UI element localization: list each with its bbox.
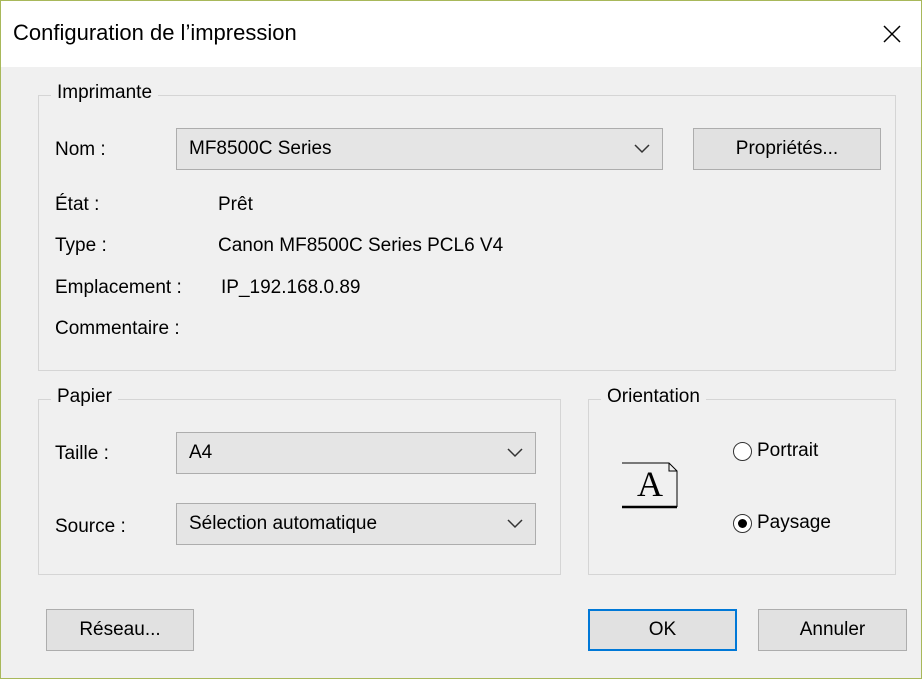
chevron-down-icon bbox=[634, 144, 650, 154]
chevron-down-icon bbox=[507, 448, 523, 458]
cancel-button[interactable]: Annuler bbox=[758, 609, 907, 651]
paper-size-dropdown[interactable]: A4 bbox=[176, 432, 536, 474]
properties-button[interactable]: Propriétés... bbox=[693, 128, 881, 170]
orientation-portrait-radio[interactable]: Portrait bbox=[733, 440, 818, 462]
paper-source-dropdown[interactable]: Sélection automatique bbox=[176, 503, 536, 545]
title-bar: Configuration de l’impression bbox=[1, 1, 921, 67]
print-setup-dialog: Configuration de l’impression Imprimante… bbox=[0, 0, 922, 679]
orientation-landscape-label: Paysage bbox=[757, 512, 831, 533]
printer-group: Imprimante Nom : MF8500C Series Propriét… bbox=[38, 82, 896, 371]
printer-location-value: IP_192.168.0.89 bbox=[221, 277, 361, 298]
paper-group-label: Papier bbox=[51, 386, 118, 408]
network-button[interactable]: Réseau... bbox=[46, 609, 194, 651]
close-button[interactable] bbox=[863, 1, 921, 67]
dialog-title: Configuration de l’impression bbox=[13, 20, 297, 45]
paper-group: Papier Taille : A4 Source : Sélection au… bbox=[38, 386, 561, 575]
printer-status-label: État : bbox=[55, 194, 100, 215]
page-preview-letter: A bbox=[637, 464, 663, 504]
paper-size-value: A4 bbox=[189, 442, 213, 463]
orientation-group: Orientation A Portrait Paysage bbox=[588, 386, 896, 575]
printer-type-label: Type : bbox=[55, 235, 107, 256]
paper-size-label: Taille : bbox=[55, 443, 109, 464]
printer-location-label: Emplacement : bbox=[55, 277, 182, 298]
radio-button-landscape[interactable] bbox=[733, 513, 752, 533]
chevron-down-icon bbox=[507, 519, 523, 529]
close-icon bbox=[883, 25, 901, 43]
orientation-group-label: Orientation bbox=[601, 386, 706, 408]
orientation-landscape-radio[interactable]: Paysage bbox=[733, 512, 831, 534]
printer-group-label: Imprimante bbox=[51, 82, 159, 104]
printer-name-label: Nom : bbox=[55, 139, 106, 160]
printer-name-value: MF8500C Series bbox=[189, 138, 332, 159]
radio-selected-dot bbox=[738, 518, 747, 528]
page-landscape-icon: A bbox=[621, 460, 681, 510]
printer-comment-label: Commentaire : bbox=[55, 318, 180, 339]
ok-button[interactable]: OK bbox=[588, 609, 737, 651]
printer-type-value: Canon MF8500C Series PCL6 V4 bbox=[218, 235, 504, 256]
printer-status-value: Prêt bbox=[218, 194, 253, 215]
orientation-portrait-label: Portrait bbox=[757, 440, 819, 461]
printer-name-dropdown[interactable]: MF8500C Series bbox=[176, 128, 663, 170]
paper-source-value: Sélection automatique bbox=[189, 513, 378, 534]
paper-source-label: Source : bbox=[55, 516, 126, 537]
radio-button-portrait[interactable] bbox=[733, 441, 752, 461]
